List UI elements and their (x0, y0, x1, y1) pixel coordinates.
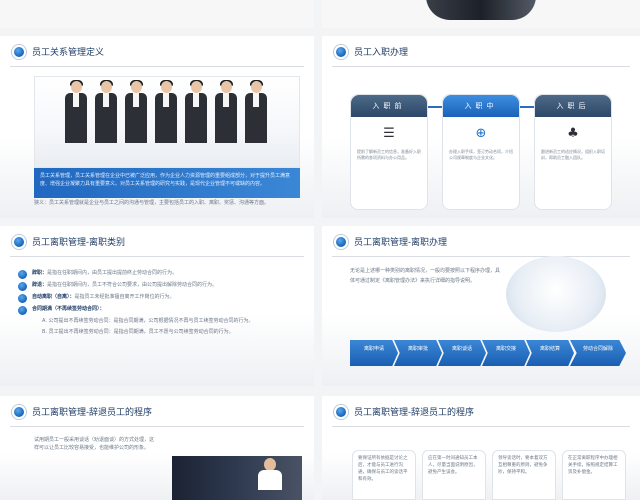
person-figure (123, 80, 149, 143)
slide-header: 员工入职办理 (322, 36, 640, 67)
slide-header: 员工离职管理-辞退员工的程序 (322, 396, 640, 427)
bullet-dot-icon (334, 45, 348, 59)
process-arrows: 离职申请 离职审批 离职谈话 离职交接 离职结算 劳动合同解除 (350, 340, 626, 366)
slide-onboarding[interactable]: 员工入职办理 入职前 ☰ 提前了解新员工的信息，准备好入职所需的各项资料与办公用… (322, 36, 640, 218)
slide-relationship-definition[interactable]: 员工关系管理定义 员工关系管理，员工关系管理在企业中已被广泛应用，作为企业人力资… (0, 36, 314, 218)
definition-band: 员工关系管理，员工关系管理在企业中已被广泛应用，作为企业人力资源管理的重要组成部… (34, 168, 300, 198)
definition-text: 员工关系管理，员工关系管理在企业中已被广泛应用，作为企业人力资源管理的重要组成部… (40, 173, 291, 187)
sub-item: A. 公司提出不再续签劳动合同：是指合同期满，公司根据情况不再与员工续签劳动合同… (42, 318, 254, 324)
slide-dismissal-procedure-b[interactable]: 员工离职管理-辞退员工的程序 要保证所有依据是讨论之后，才能与员工进行沟通，确保… (322, 396, 640, 500)
process-step: 离职申请 (350, 340, 398, 366)
slide-title: 员工离职管理-辞退员工的程序 (354, 407, 474, 417)
bullet-icon (18, 306, 27, 315)
process-step: 离职结算 (526, 340, 574, 366)
slide-title: 员工离职管理-离职类别 (32, 237, 125, 247)
people-icon: ♣ (567, 126, 579, 141)
bullet-dot-icon (334, 235, 348, 249)
top-photo (426, 0, 536, 20)
slide-departure-process[interactable]: 员工离职管理-离职办理 无论是上述哪一种类别的离职情况，一般均要按照以下程序办理… (322, 226, 640, 386)
procedure-columns: 要保证所有依据是讨论之后，才能与员工进行沟通，确保与员工的谈话平和有效。 应在第… (352, 450, 626, 500)
process-intro-text: 无论是上述哪一种类别的离职情况，一般均要按照以下程序办理，具体可通过制定《离职管… (350, 268, 501, 284)
slide-title: 员工入职办理 (354, 47, 409, 57)
bullet-dot-icon (12, 405, 26, 419)
list-item: 自动离职（自离）：是指员工未经批准擅自离开工作岗位的行为。 (18, 294, 308, 303)
procedure-text: 试用期员工一般采用谈话（劝退面谈）的方式处理，这样可以让员工比较容易接受，也能维… (34, 437, 155, 451)
slide-top-right-partial[interactable] (322, 0, 640, 28)
bullet-dot-icon (334, 405, 348, 419)
meeting-photo (172, 456, 302, 500)
slide-title: 员工关系管理定义 (32, 47, 105, 57)
procedure-column: 领导谈话时，要本着双方互相尊重的原则，避免争吵，保持平和。 (492, 450, 556, 500)
process-step: 劳动合同解除 (570, 340, 626, 366)
office-photo (506, 256, 606, 332)
slide-departure-types[interactable]: 员工离职管理-离职类别 辞职：是指在任职期间内，由员工提出提前终止劳动合同的行为… (0, 226, 314, 386)
slide-dismissal-procedure-a[interactable]: 员工离职管理-辞退员工的程序 试用期员工一般采用谈话（劝退面谈）的方式处理，这样… (0, 396, 314, 500)
team-photo (34, 76, 300, 168)
step-card-before: 入职前 ☰ 提前了解新员工的信息，准备好入职所需的各项资料与办公用品。 (350, 94, 428, 210)
slide-title: 员工离职管理-辞退员工的程序 (32, 407, 152, 417)
list-item: 辞职：是指在任职期间内，由员工提出提前终止劳动合同的行为。 (18, 270, 308, 279)
list-item: 辞退：是指在任职期间内，员工不符合公司要求，由公司提出解除劳动合同的行为。 (18, 282, 308, 291)
procedure-column: 应在第一时间通知员工本人，尽量当面说明原因，避免产生误会。 (422, 450, 486, 500)
departure-type-list: 辞职：是指在任职期间内，由员工提出提前终止劳动合同的行为。 辞退：是指在任职期间… (18, 270, 308, 340)
header-divider (332, 256, 630, 257)
step-card-after: 入职后 ♣ 跟进新员工的适应情况，组织入职培训，帮助员工融入团队。 (534, 94, 612, 210)
process-step: 离职谈话 (438, 340, 486, 366)
step-label: 入职中 (443, 95, 519, 117)
step-text: 办理入职手续，签订劳动合同，介绍公司规章制度与企业文化。 (449, 149, 513, 160)
bullet-icon (18, 294, 27, 303)
header-divider (332, 426, 630, 427)
slide-grid: 员工关系管理定义 员工关系管理，员工关系管理在企业中已被广泛应用，作为企业人力资… (0, 0, 640, 500)
slide-header: 员工离职管理-离职类别 (0, 226, 314, 257)
header-divider (332, 66, 630, 67)
slide-title: 员工离职管理-离职办理 (354, 237, 447, 247)
header-divider (10, 66, 304, 67)
person-figure (243, 80, 269, 143)
step-text: 提前了解新员工的信息，准备好入职所需的各项资料与办公用品。 (357, 149, 421, 160)
person-figure (258, 458, 282, 490)
step-label: 入职前 (351, 95, 427, 117)
process-step: 离职审批 (394, 340, 442, 366)
sub-item: B. 员工提出不再续签劳动合同：是指合同期满，员工不愿与公司续签劳动合同的行为。 (42, 329, 234, 335)
step-card-during: 入职中 ⊕ 办理入职手续，签订劳动合同，介绍公司规章制度与企业文化。 (442, 94, 520, 210)
checklist-icon: ☰ (383, 126, 395, 141)
person-figure (213, 80, 239, 143)
step-text: 跟进新员工的适应情况，组织入职培训，帮助员工融入团队。 (541, 149, 605, 160)
bullet-dot-icon (12, 45, 26, 59)
person-figure (63, 80, 89, 143)
bullet-dot-icon (12, 235, 26, 249)
header-divider (10, 256, 304, 257)
slide-top-left-partial[interactable] (0, 0, 314, 28)
procedure-column: 要保证所有依据是讨论之后，才能与员工进行沟通，确保与员工的谈话平和有效。 (352, 450, 416, 500)
step-label: 入职后 (535, 95, 611, 117)
person-figure (153, 80, 179, 143)
slide-header: 员工关系管理定义 (0, 36, 314, 67)
procedure-column: 在正常离职程序中办理相关手续，按照规定结算工资及补偿金。 (562, 450, 626, 500)
slide-header: 员工离职管理-辞退员工的程序 (0, 396, 314, 427)
bullet-icon (18, 282, 27, 291)
person-figure (183, 80, 209, 143)
slide-header: 员工离职管理-离职办理 (322, 226, 640, 257)
narrow-definition-text: 狭义：员工关系管理就是企业与员工之间的沟通与管理，主要包括员工的入职、离职、奖惩… (34, 200, 270, 206)
globe-icon: ⊕ (475, 126, 487, 141)
header-divider (10, 426, 304, 427)
person-figure (93, 80, 119, 143)
process-step: 离职交接 (482, 340, 530, 366)
list-item: 合同期满（不再续签劳动合同）： (18, 306, 308, 315)
bullet-icon (18, 270, 27, 279)
